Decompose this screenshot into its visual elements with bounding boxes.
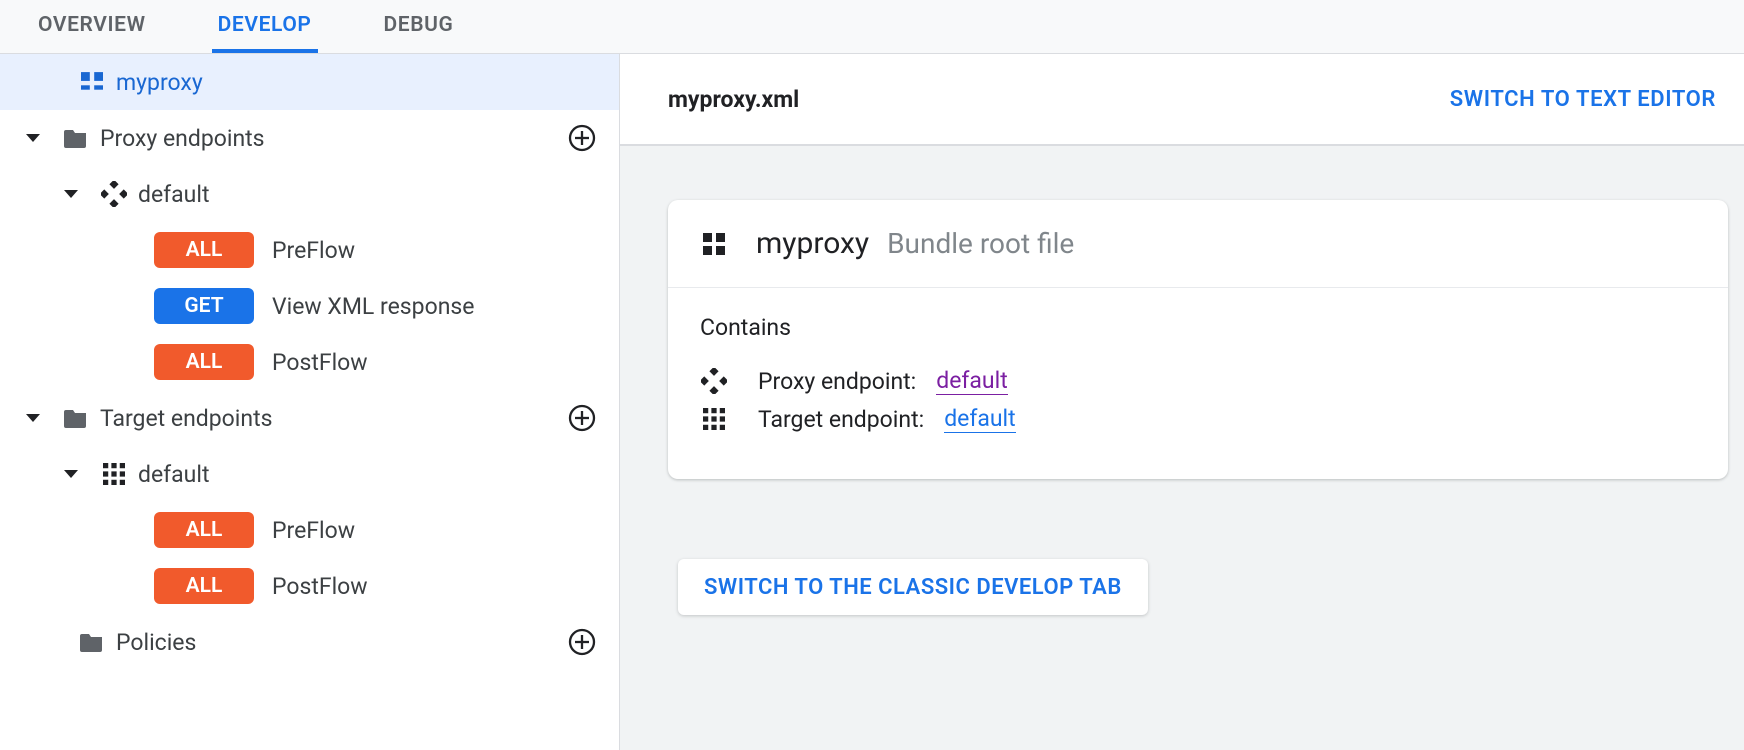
target-endpoint-link[interactable]: default (944, 405, 1015, 433)
add-proxy-endpoint-button[interactable] (565, 121, 599, 155)
diamond-icon (100, 180, 128, 208)
filename: myproxy.xml (668, 86, 799, 113)
target-endpoint-label: Target endpoint: (758, 406, 924, 433)
method-badge: GET (154, 288, 254, 324)
proxy-icon (78, 68, 106, 96)
tree-item-target-default[interactable]: default (0, 446, 619, 502)
tab-debug[interactable]: DEBUG (378, 0, 460, 53)
main-body: myproxy Bundle root file Contains Proxy … (620, 146, 1744, 750)
tree-item-flow[interactable]: ALL PreFlow (0, 502, 619, 558)
tab-develop[interactable]: DEVELOP (212, 0, 318, 53)
chevron-down-icon (20, 410, 46, 426)
switch-to-text-editor-button[interactable]: SWITCH TO TEXT EDITOR (1450, 87, 1716, 112)
tree-item-policies[interactable]: Policies (0, 614, 619, 670)
main-header: myproxy.xml SWITCH TO TEXT EDITOR (620, 54, 1744, 146)
card-header: myproxy Bundle root file (668, 200, 1728, 288)
tree-item-flow[interactable]: ALL PostFlow (0, 558, 619, 614)
top-tabs: OVERVIEW DEVELOP DEBUG (0, 0, 1744, 54)
tab-overview[interactable]: OVERVIEW (32, 0, 152, 53)
tree-item-label: myproxy (116, 69, 203, 96)
card-subtitle: Bundle root file (887, 227, 1074, 260)
chevron-down-icon (58, 186, 84, 202)
tree-item-label: PostFlow (272, 573, 368, 600)
proxy-endpoint-link[interactable]: default (936, 367, 1007, 395)
tree-item-label: default (138, 181, 209, 208)
add-policy-button[interactable] (565, 625, 599, 659)
chevron-down-icon (58, 466, 84, 482)
card-body: Contains Proxy endpoint: default Target … (668, 288, 1728, 479)
tree-item-flow[interactable]: ALL PreFlow (0, 222, 619, 278)
chevron-down-icon (20, 130, 46, 146)
bundle-card: myproxy Bundle root file Contains Proxy … (668, 200, 1728, 479)
tree-item-target-endpoints[interactable]: Target endpoints (0, 390, 619, 446)
tree-item-label: Policies (116, 629, 196, 656)
tree-item-label: Proxy endpoints (100, 125, 265, 152)
contains-label: Contains (700, 314, 1696, 341)
proxy-endpoint-label: Proxy endpoint: (758, 368, 916, 395)
method-badge: ALL (154, 512, 254, 548)
contains-target-endpoint-row: Target endpoint: default (700, 405, 1696, 433)
folder-icon (78, 628, 106, 656)
card-title: myproxy (756, 226, 869, 261)
tree-item-label: PostFlow (272, 349, 368, 376)
contains-proxy-endpoint-row: Proxy endpoint: default (700, 367, 1696, 395)
folder-icon (62, 404, 90, 432)
tree-item-proxy-default[interactable]: default (0, 166, 619, 222)
tree-item-flow[interactable]: GET View XML response (0, 278, 619, 334)
add-target-endpoint-button[interactable] (565, 401, 599, 435)
method-badge: ALL (154, 568, 254, 604)
grid-icon (700, 405, 728, 433)
four-squares-icon (700, 230, 728, 258)
grid-icon (100, 460, 128, 488)
tree-item-label: PreFlow (272, 237, 355, 264)
tree-item-label: Target endpoints (100, 405, 272, 432)
method-badge: ALL (154, 344, 254, 380)
sidebar: myproxy Proxy endpoints default ALL PreF… (0, 54, 620, 750)
tree-item-proxy-endpoints[interactable]: Proxy endpoints (0, 110, 619, 166)
diamond-icon (700, 367, 728, 395)
switch-to-classic-develop-button[interactable]: SWITCH TO THE CLASSIC DEVELOP TAB (678, 559, 1148, 615)
tree-item-myproxy[interactable]: myproxy (0, 54, 619, 110)
tree-item-label: View XML response (272, 293, 474, 320)
tree-item-flow[interactable]: ALL PostFlow (0, 334, 619, 390)
tree-item-label: default (138, 461, 209, 488)
main-pane: myproxy.xml SWITCH TO TEXT EDITOR myprox… (620, 54, 1744, 750)
folder-icon (62, 124, 90, 152)
method-badge: ALL (154, 232, 254, 268)
tree-item-label: PreFlow (272, 517, 355, 544)
